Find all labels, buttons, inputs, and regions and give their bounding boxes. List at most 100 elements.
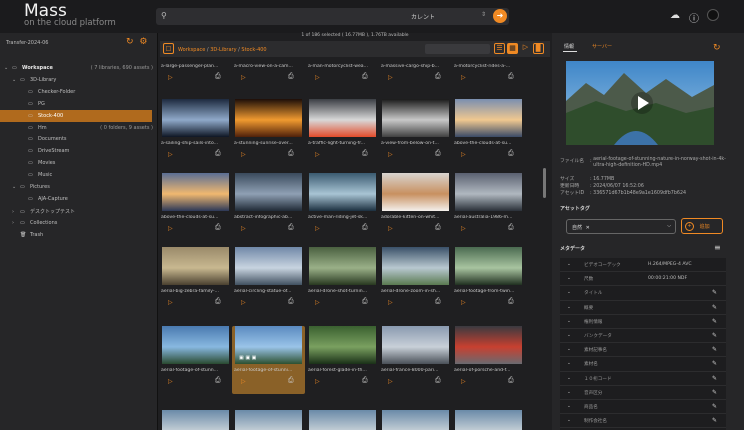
play-icon[interactable]: ▷ <box>315 151 320 158</box>
refresh-icon[interactable]: ↻ <box>126 37 134 47</box>
tree-item-9[interactable]: ▭ Music <box>0 169 157 181</box>
play-icon[interactable]: ▷ <box>168 378 173 385</box>
chevron-down-icon[interactable]: ⌄ <box>567 361 571 366</box>
download-icon[interactable]: ⎙ <box>215 376 221 385</box>
play-icon[interactable]: ▷ <box>461 151 466 158</box>
play-icon[interactable]: ▷ <box>388 378 393 385</box>
asset-thumbnail[interactable] <box>235 173 302 211</box>
play-icon[interactable]: ▷ <box>461 299 466 306</box>
edit-icon[interactable]: ✎ <box>712 304 717 311</box>
asset-card[interactable]: a-motorcyclist-rides-a-... ▷ ⎙ <box>452 57 525 90</box>
play-icon[interactable]: ▷ <box>461 74 466 81</box>
asset-thumbnail[interactable] <box>235 99 302 137</box>
asset-card[interactable]: aerial-of-porsche-and-f... ▷ ⎙ <box>452 326 525 394</box>
asset-thumbnail[interactable] <box>382 410 449 430</box>
asset-card[interactable]: aerial-drone-shot-turnin... ▷ ⎙ <box>306 247 379 315</box>
tree-item-10[interactable]: ⌄ ▭ Pictures <box>0 181 157 193</box>
asset-thumbnail[interactable] <box>455 326 522 364</box>
download-icon[interactable]: ⎙ <box>215 149 221 158</box>
play-icon[interactable]: ▷ <box>168 74 173 81</box>
download-icon[interactable]: ⎙ <box>215 72 221 81</box>
add-tag-button[interactable]: + 追加 <box>681 218 723 234</box>
download-icon[interactable]: ⎙ <box>435 223 441 232</box>
asset-card[interactable]: aerial-footage-from-twin... ▷ ⎙ <box>452 247 525 315</box>
scope-select-arrow-icon[interactable]: ⇕ <box>481 11 486 18</box>
sort-dropdown[interactable] <box>425 44 490 54</box>
download-icon[interactable]: ⎙ <box>362 72 368 81</box>
play-icon[interactable]: ▷ <box>315 74 320 81</box>
download-icon[interactable]: ⎙ <box>362 376 368 385</box>
tree-item-13[interactable]: › ▭ Collections <box>0 217 157 229</box>
play-icon[interactable]: ▷ <box>315 225 320 232</box>
asset-card[interactable]: a-view-from-below-on-t... ▷ ⎙ <box>379 99 452 167</box>
chevron-down-icon[interactable]: ⌄ <box>12 77 20 83</box>
tree-item-3[interactable]: ▭ PG <box>0 98 157 110</box>
tree-item-7[interactable]: ▭ DriveStream <box>0 145 157 157</box>
play-icon[interactable]: ▷ <box>388 151 393 158</box>
asset-thumbnail[interactable] <box>309 247 376 285</box>
play-icon[interactable]: ▷ <box>461 378 466 385</box>
refresh-icon[interactable]: ↻ <box>713 43 721 53</box>
chevron-down-icon[interactable]: ⌄ <box>567 376 571 381</box>
chevron-down-icon[interactable]: ⌄ <box>567 390 571 395</box>
download-icon[interactable]: ⎙ <box>508 223 514 232</box>
download-icon[interactable]: ⎙ <box>288 376 294 385</box>
asset-thumbnail[interactable] <box>382 99 449 137</box>
play-icon[interactable]: ▷ <box>168 225 173 232</box>
asset-thumbnail[interactable] <box>162 247 229 285</box>
chevron-down-icon[interactable]: ⌵ <box>667 223 671 229</box>
list-view-icon[interactable]: ☰ <box>494 43 505 54</box>
asset-thumbnail[interactable] <box>162 410 229 430</box>
asset-card[interactable]: abstract-infographic-ab... ▷ ⎙ <box>232 173 305 241</box>
download-icon[interactable]: ⎙ <box>288 223 294 232</box>
download-icon[interactable]: ⎙ <box>435 297 441 306</box>
breadcrumb-workspace[interactable]: Workspace <box>178 47 205 53</box>
chevron-down-icon[interactable]: ⌄ <box>567 404 571 409</box>
download-icon[interactable]: ⎙ <box>435 149 441 158</box>
play-icon[interactable]: ▷ <box>315 299 320 306</box>
download-icon[interactable]: ⎙ <box>508 72 514 81</box>
asset-thumbnail[interactable] <box>382 247 449 285</box>
asset-card[interactable]: a-traffic-light-turning-fr... ▷ ⎙ <box>306 99 379 167</box>
asset-thumbnail[interactable] <box>455 173 522 211</box>
edit-icon[interactable]: ✎ <box>712 289 717 296</box>
download-icon[interactable]: ⎙ <box>508 297 514 306</box>
asset-card[interactable]: aerial-france-8000-pari... ▷ ⎙ <box>379 326 452 394</box>
edit-icon[interactable]: ✎ <box>712 375 717 382</box>
tree-item-8[interactable]: ▭ Movies <box>0 157 157 169</box>
download-icon[interactable]: ⎙ <box>362 223 368 232</box>
asset-thumbnail[interactable] <box>235 410 302 430</box>
download-icon[interactable]: ⎙ <box>288 72 294 81</box>
tree-item-4[interactable]: ▭ Stock-400 <box>0 109 152 122</box>
download-icon[interactable]: ⎙ <box>288 297 294 306</box>
play-icon[interactable]: ▷ <box>315 378 320 385</box>
asset-card[interactable]: active-man-riding-jet-sk... ▷ ⎙ <box>306 173 379 241</box>
tree-item-2[interactable]: ▭ Checker-Folder <box>0 86 157 98</box>
asset-thumbnail[interactable] <box>309 326 376 364</box>
tree-item-1[interactable]: ⌄ ▭ 3D-Library <box>0 74 157 86</box>
scrollbar[interactable] <box>543 168 546 198</box>
asset-card[interactable]: a-sailing-ship-sails-into... ▷ ⎙ <box>159 99 232 167</box>
tree-item-0[interactable]: ⌄ ▭ Workspace ( 7 libraries, 690 assets ) <box>0 62 157 74</box>
play-icon[interactable]: ▷ <box>388 225 393 232</box>
chevron-down-icon[interactable]: ⌄ <box>567 276 571 281</box>
chevron-down-icon[interactable]: ⌄ <box>567 347 571 352</box>
download-icon[interactable]: ⎙ <box>215 297 221 306</box>
play-icon[interactable]: ▷ <box>388 299 393 306</box>
video-preview[interactable] <box>566 61 714 145</box>
play-icon[interactable]: ▷ <box>241 225 246 232</box>
panel-toggle-icon[interactable]: ▉ <box>533 43 544 54</box>
breadcrumb-3d-library[interactable]: 3D-Library <box>210 47 236 53</box>
tree-item-12[interactable]: › ▭ デスクトップテスト <box>0 205 157 217</box>
asset-thumbnail[interactable] <box>455 410 522 430</box>
breadcrumb-stock-400[interactable]: Stock-400 <box>241 47 266 53</box>
asset-thumbnail[interactable] <box>455 247 522 285</box>
download-icon[interactable]: ⎙ <box>215 223 221 232</box>
download-icon[interactable]: ⎙ <box>288 149 294 158</box>
chevron-down-icon[interactable]: ⌄ <box>567 305 571 310</box>
tab-server[interactable]: サーバー <box>592 43 612 50</box>
metadata-settings-icon[interactable]: ≡ <box>714 243 721 252</box>
play-icon[interactable]: ▷ <box>241 151 246 158</box>
chevron-down-icon[interactable]: ⌄ <box>4 65 12 71</box>
asset-thumbnail[interactable] <box>309 173 376 211</box>
